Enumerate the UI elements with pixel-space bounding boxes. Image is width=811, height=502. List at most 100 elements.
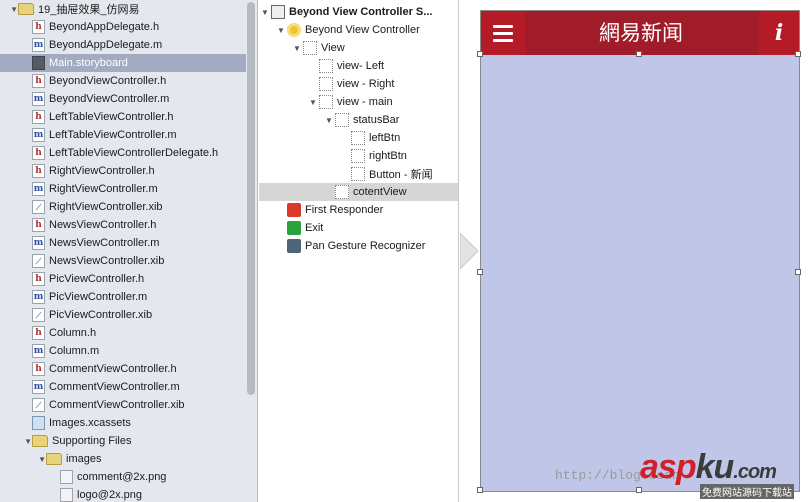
outline-label: Button - 新闻	[369, 169, 433, 181]
navigator-file-row[interactable]: ▼ images	[0, 450, 246, 468]
outline-row[interactable]: rightBtn	[259, 147, 458, 165]
navigator-file-row[interactable]: comment@2x.png	[0, 468, 246, 486]
navigator-file-row[interactable]: h NewsViewController.h	[0, 216, 246, 234]
storyboard-canvas[interactable]: 網易新闻 i	[460, 0, 811, 502]
m-file-icon: m	[32, 236, 45, 250]
outline-row[interactable]: ▼ Beyond View Controller S...	[259, 3, 458, 21]
view-icon	[319, 95, 333, 109]
navigator-file-row[interactable]: h LeftTableViewControllerDelegate.h	[0, 144, 246, 162]
view-icon	[303, 41, 317, 55]
status-bar[interactable]: 網易新闻 i	[481, 11, 799, 55]
h-file-icon: h	[32, 326, 45, 340]
file-label: 19_抽屉效果_仿网易	[38, 4, 140, 16]
view-icon	[319, 59, 333, 73]
outline-label: leftBtn	[369, 132, 401, 144]
resize-handle[interactable]	[477, 51, 483, 57]
hamburger-line-icon	[493, 24, 513, 28]
h-file-icon: h	[32, 146, 45, 160]
navigator-file-row[interactable]: logo@2x.png	[0, 486, 246, 502]
navigator-file-row[interactable]: m LeftTableViewController.m	[0, 126, 246, 144]
navigator-file-row[interactable]: ▼ Supporting Files	[0, 432, 246, 450]
resize-handle[interactable]	[636, 51, 642, 57]
navigator-file-row[interactable]: h BeyondViewController.h	[0, 72, 246, 90]
navigator-file-row[interactable]: h CommentViewController.h	[0, 360, 246, 378]
disclosure-triangle-icon[interactable]: ▼	[323, 116, 335, 125]
disclosure-triangle-icon[interactable]: ▼	[10, 5, 18, 14]
navigator-file-row[interactable]: m BeyondViewController.m	[0, 90, 246, 108]
outline-label: Beyond View Controller S...	[289, 6, 433, 18]
navigator-file-row[interactable]: Main.storyboard	[0, 54, 246, 72]
beyond-view-controller-scene[interactable]: 網易新闻 i	[477, 10, 801, 493]
file-label: CommentViewController.h	[49, 363, 177, 375]
xib-file-icon: ⟋	[32, 254, 45, 268]
outline-label: cotentView	[353, 186, 407, 198]
disclosure-triangle-icon[interactable]: ▼	[307, 98, 319, 107]
outline-label: view - main	[337, 96, 393, 108]
navigator-file-row[interactable]: ⟋ RightViewController.xib	[0, 198, 246, 216]
disclosure-triangle-icon[interactable]: ▼	[291, 44, 303, 53]
file-label: BeyondViewController.h	[49, 75, 167, 87]
view-icon	[335, 113, 349, 127]
png-file-icon	[60, 488, 73, 502]
file-label: NewsViewController.h	[49, 219, 157, 231]
navigator-file-row[interactable]: h LeftTableViewController.h	[0, 108, 246, 126]
navigator-file-row[interactable]: m RightViewController.m	[0, 180, 246, 198]
navigator-file-row[interactable]: h BeyondAppDelegate.h	[0, 18, 246, 36]
resize-handle[interactable]	[795, 269, 801, 275]
disclosure-triangle-icon[interactable]: ▼	[259, 8, 271, 17]
file-label: PicViewController.h	[49, 273, 145, 285]
file-label: CommentViewController.m	[49, 381, 180, 393]
resize-handle[interactable]	[477, 487, 483, 493]
outline-label: Beyond View Controller	[305, 24, 420, 36]
navigator-file-row[interactable]: ⟋ PicViewController.xib	[0, 306, 246, 324]
content-view[interactable]	[481, 55, 799, 491]
outline-row[interactable]: ▼ Beyond View Controller	[259, 21, 458, 39]
navigator-file-row[interactable]: ▼ 19_抽屉效果_仿网易	[0, 0, 246, 18]
navigator-file-row[interactable]: m PicViewController.m	[0, 288, 246, 306]
left-menu-button[interactable]	[481, 11, 525, 55]
news-title-button[interactable]: 網易新闻	[541, 11, 741, 55]
view-icon	[319, 77, 333, 91]
scene-icon	[271, 5, 285, 19]
pan-icon	[287, 239, 301, 253]
xib-file-icon: ⟋	[32, 398, 45, 412]
view-icon	[335, 185, 349, 199]
resize-handle[interactable]	[636, 487, 642, 493]
outline-row[interactable]: Exit	[259, 219, 458, 237]
disclosure-triangle-icon[interactable]: ▼	[275, 26, 287, 35]
outline-row[interactable]: ▼ view - main	[259, 93, 458, 111]
outline-label: statusBar	[353, 114, 400, 126]
navigator-file-row[interactable]: h PicViewController.h	[0, 270, 246, 288]
navigator-file-row[interactable]: h RightViewController.h	[0, 162, 246, 180]
outline-row[interactable]: view - Right	[259, 75, 458, 93]
watermark-logo: aspku.com	[640, 448, 777, 486]
navigator-file-row[interactable]: Images.xcassets	[0, 414, 246, 432]
outline-row[interactable]: First Responder	[259, 201, 458, 219]
outline-row[interactable]: ▼ statusBar	[259, 111, 458, 129]
file-label: Column.m	[49, 345, 100, 357]
disclosure-triangle-icon[interactable]: ▼	[24, 437, 32, 446]
navigator-file-row[interactable]: m BeyondAppDelegate.m	[0, 36, 246, 54]
outline-row[interactable]: ▼ View	[259, 39, 458, 57]
outline-row[interactable]: leftBtn	[259, 129, 458, 147]
navigator-file-row[interactable]: m CommentViewController.m	[0, 378, 246, 396]
navigator-file-row[interactable]: ⟋ CommentViewController.xib	[0, 396, 246, 414]
folder-file-icon	[46, 453, 62, 465]
navigator-file-row[interactable]: ⟋ NewsViewController.xib	[0, 252, 246, 270]
navigator-file-row[interactable]: m Column.m	[0, 342, 246, 360]
outline-row[interactable]: cotentView	[259, 183, 458, 201]
navigator-file-row[interactable]: h Column.h	[0, 324, 246, 342]
navigator-file-row[interactable]: m NewsViewController.m	[0, 234, 246, 252]
disclosure-triangle-icon[interactable]: ▼	[38, 455, 46, 464]
file-label: NewsViewController.xib	[49, 255, 165, 267]
navigator-scrollbar[interactable]	[247, 2, 255, 395]
outline-label: view- Left	[337, 60, 385, 72]
m-file-icon: m	[32, 38, 45, 52]
resize-handle[interactable]	[795, 51, 801, 57]
file-label: PicViewController.m	[49, 291, 148, 303]
outline-row[interactable]: Pan Gesture Recognizer	[259, 237, 458, 255]
info-button[interactable]: i	[759, 11, 799, 55]
outline-row[interactable]: Button - 新闻	[259, 165, 458, 183]
outline-row[interactable]: view- Left	[259, 57, 458, 75]
resize-handle[interactable]	[477, 269, 483, 275]
